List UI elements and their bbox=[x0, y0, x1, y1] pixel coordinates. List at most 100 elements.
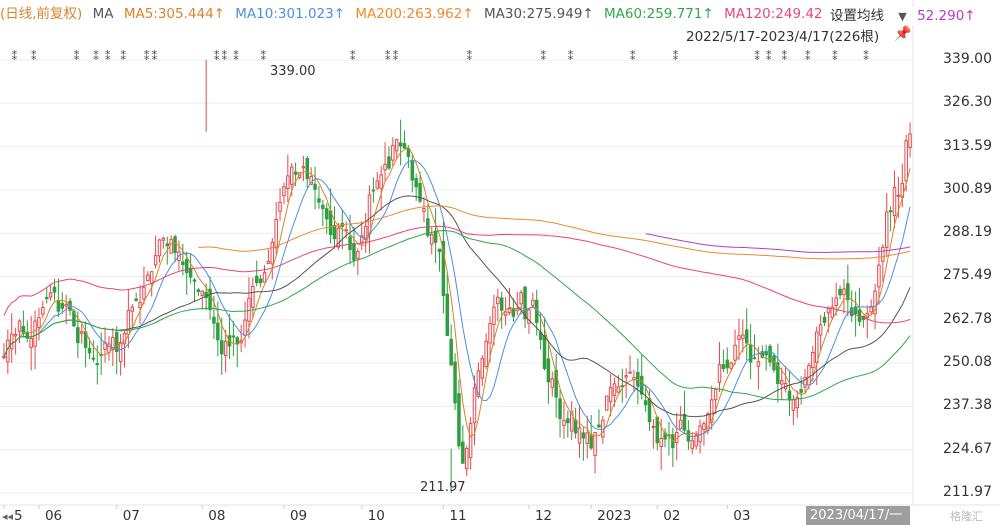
x-tick-label: 06 bbox=[44, 508, 63, 524]
candle-body bbox=[807, 364, 811, 386]
candle-body bbox=[324, 208, 329, 220]
candlestick-chart: ⁑ ⁑ ⁑ ⁑ ⁑ ⁑ ⁑ ⁑ ⁑ ⁑ ⁑ ⁑ ⁑ ⁑ ⁑ ⁑ ⁑ ⁑ ⁑ ⁑ ⁑ ⁑ ⁑ ⁑ ⁑ ⁑ bbox=[0, 0, 1000, 509]
chevron-down-icon: ▼ bbox=[898, 10, 907, 23]
candle-body bbox=[402, 143, 407, 149]
candle-body bbox=[566, 418, 570, 424]
event-marker-icon[interactable]: ⁑ bbox=[754, 50, 760, 63]
event-marker-icon[interactable]: ⁑ bbox=[467, 50, 473, 63]
candle-body bbox=[884, 211, 889, 248]
candle-body bbox=[33, 320, 37, 347]
candle-body bbox=[130, 306, 135, 312]
x-tick-label: 02 bbox=[663, 508, 681, 524]
x-tick-label: 08 bbox=[208, 508, 226, 524]
candle-body bbox=[881, 246, 885, 262]
candle-body bbox=[488, 322, 492, 344]
candle-body bbox=[496, 296, 500, 305]
candle-body bbox=[908, 133, 912, 148]
event-marker-icon[interactable]: ⁑ bbox=[105, 50, 111, 63]
legend-ma120: MA120:249.42 bbox=[724, 6, 823, 22]
candle-body bbox=[79, 331, 84, 334]
candle-body bbox=[317, 198, 321, 203]
candle-body bbox=[76, 327, 80, 344]
event-marker-icon[interactable]: ⁑ bbox=[144, 50, 150, 63]
event-marker-icon[interactable]: ⁑ bbox=[832, 50, 838, 63]
candle-body bbox=[219, 340, 224, 355]
candle-body bbox=[235, 337, 240, 345]
candle-body bbox=[791, 399, 796, 411]
candle-body bbox=[814, 331, 819, 364]
candle-body bbox=[449, 338, 453, 366]
candle-body bbox=[457, 393, 461, 447]
candle-body bbox=[371, 189, 376, 192]
pin-icon[interactable]: 📌 bbox=[894, 26, 911, 42]
candle-body bbox=[888, 210, 893, 213]
event-marker-icon[interactable]: ⁑ bbox=[12, 50, 18, 63]
candle-body bbox=[37, 317, 41, 328]
candle-body bbox=[433, 230, 438, 243]
event-marker-icon[interactable]: ⁑ bbox=[74, 50, 80, 63]
date-range: 2022/5/17-2023/4/17(226根) bbox=[686, 29, 880, 45]
event-marker-icon[interactable]: ⁑ bbox=[782, 50, 788, 63]
ma250-line bbox=[645, 233, 911, 254]
event-marker-icon[interactable]: ⁑ bbox=[261, 50, 267, 63]
candle-body bbox=[301, 166, 306, 169]
candle-body bbox=[2, 356, 6, 359]
x-tick-label: 10 bbox=[367, 508, 385, 524]
event-marker-icon[interactable]: ⁑ bbox=[805, 50, 811, 63]
event-marker-icon[interactable]: ⁑ bbox=[31, 50, 37, 63]
candle-body bbox=[480, 358, 485, 379]
candle-body bbox=[811, 351, 815, 368]
candle-body bbox=[173, 236, 177, 254]
legend-ma60: MA60:259.771↑ bbox=[604, 6, 714, 22]
candle-body bbox=[643, 400, 648, 406]
candle-body bbox=[721, 364, 726, 369]
candle-body bbox=[52, 286, 57, 293]
candle-body bbox=[892, 186, 897, 217]
event-marker-icon[interactable]: ⁑ bbox=[630, 50, 636, 63]
candle-body bbox=[212, 316, 216, 324]
event-marker-icon[interactable]: ⁑ bbox=[152, 50, 158, 63]
candle-body bbox=[647, 398, 652, 423]
candle-body bbox=[251, 285, 255, 308]
event-marker-icon[interactable]: ⁑ bbox=[863, 50, 869, 63]
event-marker-icon[interactable]: ⁑ bbox=[673, 50, 679, 63]
legend-ma10: MA10:301.023↑ bbox=[235, 6, 346, 22]
ma-settings-button[interactable]: 设置均线 ▼ 52.290↑ bbox=[830, 7, 1000, 25]
candle-body bbox=[461, 441, 465, 464]
candle-body bbox=[91, 357, 96, 360]
event-marker-icon[interactable]: ⁑ bbox=[766, 50, 772, 63]
candle-body bbox=[620, 385, 625, 388]
event-marker-icon[interactable]: ⁑ bbox=[121, 50, 127, 63]
x-tick-label: 09 bbox=[289, 508, 308, 524]
candle-body bbox=[519, 291, 523, 305]
legend-ma5: MA5:305.444↑ bbox=[123, 6, 225, 22]
event-marker-icon[interactable]: ⁑ bbox=[393, 50, 399, 63]
candle-body bbox=[741, 334, 745, 340]
event-marker-icon[interactable]: ⁑ bbox=[568, 50, 574, 63]
legend-ma-label: MA bbox=[92, 6, 114, 22]
event-marker-icon[interactable]: ⁑ bbox=[214, 50, 220, 63]
candle-body bbox=[842, 288, 846, 296]
candle-body bbox=[896, 194, 901, 197]
event-marker-icon[interactable]: ⁑ bbox=[233, 50, 239, 63]
legend-ma30: MA30:275.949↑ bbox=[483, 6, 594, 22]
event-marker-icon[interactable]: ⁑ bbox=[222, 50, 228, 63]
event-marker-icon[interactable]: ⁑ bbox=[385, 50, 391, 63]
candle-body bbox=[550, 378, 555, 388]
candle-body bbox=[134, 298, 138, 302]
candle-body bbox=[499, 297, 504, 311]
candle-body bbox=[262, 272, 267, 283]
grid-lines bbox=[0, 0, 1000, 509]
candle-body bbox=[542, 334, 547, 369]
event-marker-icon[interactable]: ⁑ bbox=[350, 50, 356, 63]
candle-body bbox=[562, 420, 566, 426]
candle-body bbox=[484, 340, 488, 368]
scroll-left-icon[interactable]: ◂◂ bbox=[2, 510, 13, 523]
event-marker-icon[interactable]: ⁑ bbox=[541, 50, 547, 63]
event-marker-icon[interactable]: ⁑ bbox=[93, 50, 99, 63]
candle-body bbox=[196, 289, 201, 292]
legend-ma250: 52.290↑ bbox=[917, 8, 976, 24]
candle-body bbox=[391, 145, 395, 161]
y-tick-label: 250.08 bbox=[943, 354, 992, 371]
ma-legend: (日线,前复权) MA MA5:305.444↑ MA10:301.023↑ M… bbox=[0, 4, 829, 24]
